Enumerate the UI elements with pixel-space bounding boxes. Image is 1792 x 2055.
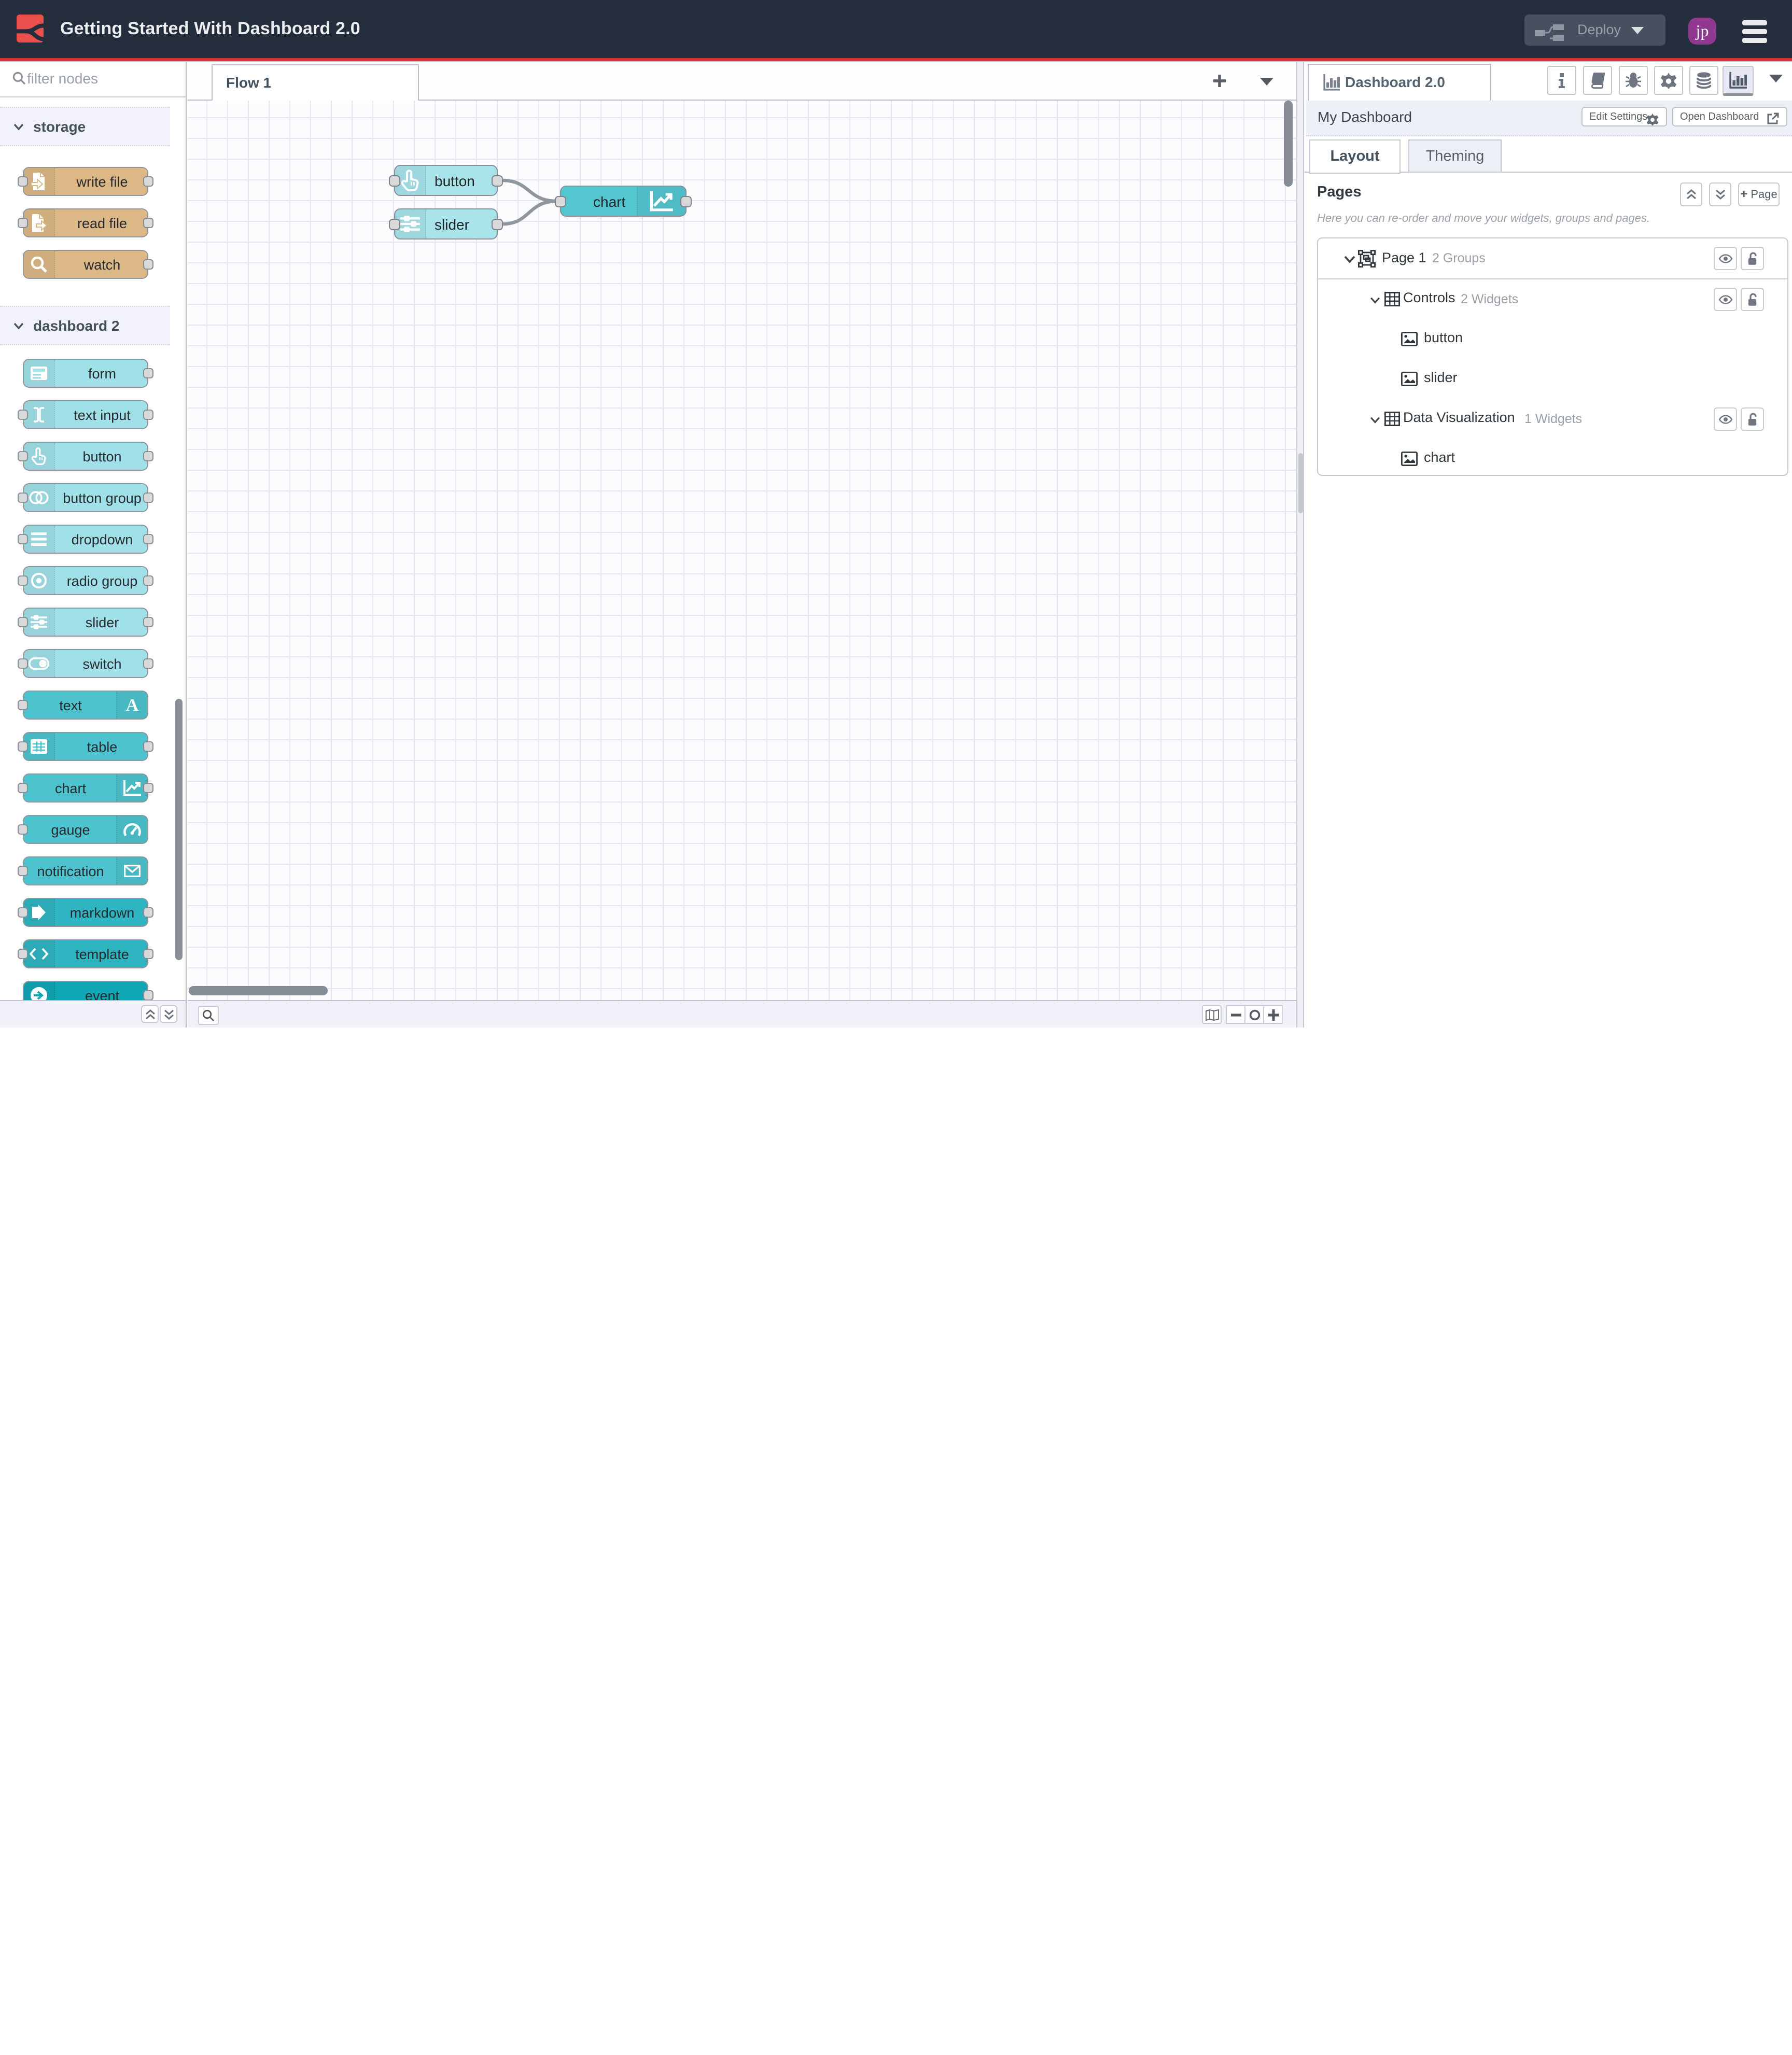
svg-text:A: A bbox=[126, 697, 139, 713]
